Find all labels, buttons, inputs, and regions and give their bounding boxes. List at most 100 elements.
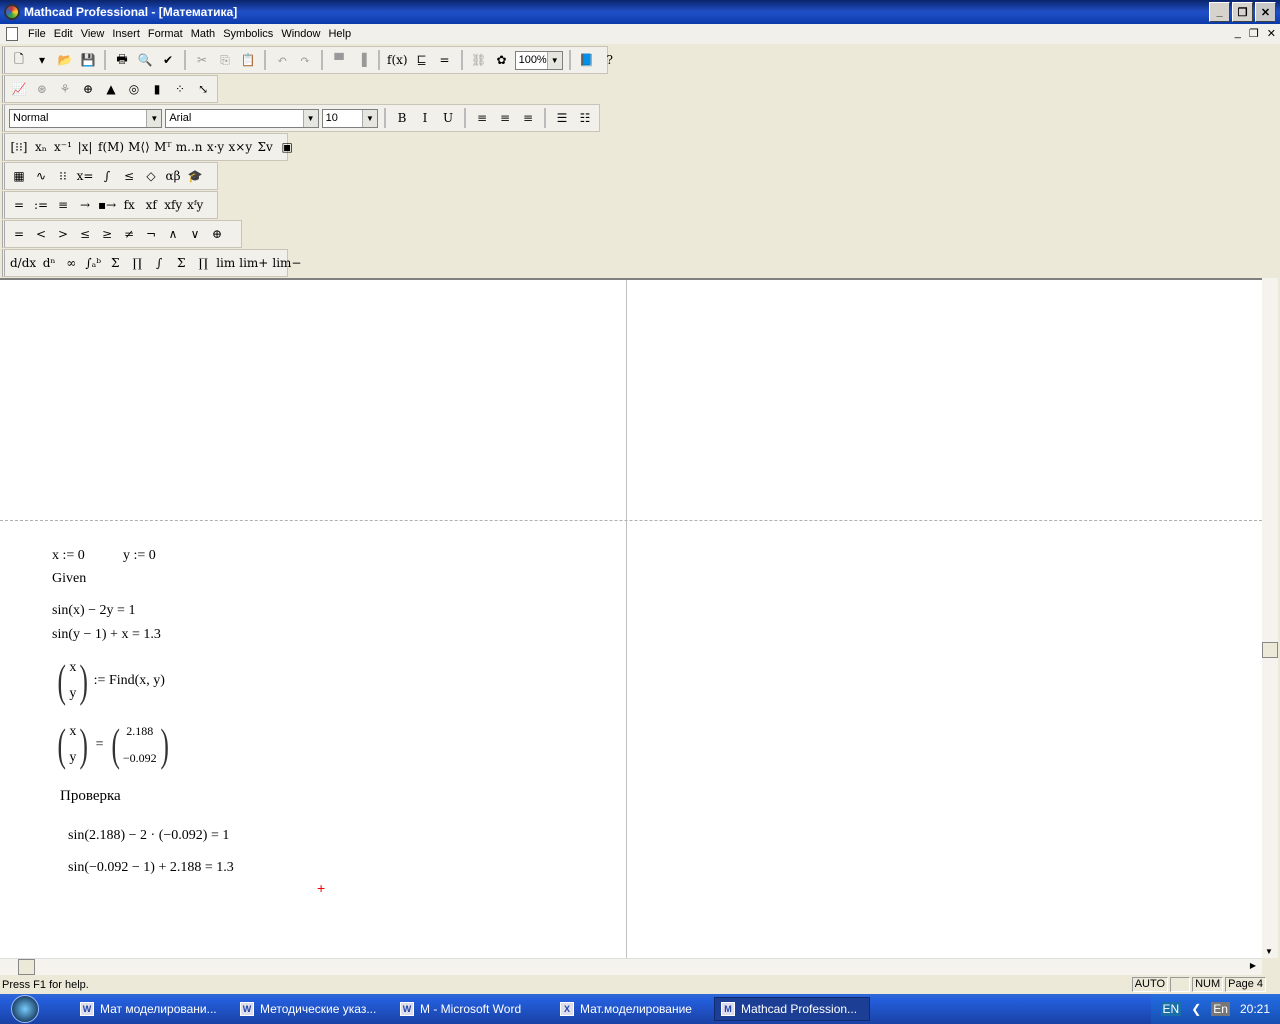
calculate-icon[interactable]: =: [435, 49, 455, 71]
3d-surface-icon[interactable]: ▲: [101, 78, 121, 100]
new-dropdown-icon[interactable]: ▾: [32, 49, 52, 71]
copy-icon[interactable]: ⎘: [215, 49, 235, 71]
contour-plot-icon[interactable]: ◎: [124, 78, 144, 100]
postfix-operator-icon[interactable]: xf: [141, 194, 161, 216]
definite-integral-icon[interactable]: ∫ₐᵇ: [83, 252, 103, 274]
menu-file[interactable]: File: [24, 28, 50, 40]
infix-operator-icon[interactable]: xfy: [163, 194, 183, 216]
taskbar-button[interactable]: W Методические указ...: [234, 997, 390, 1021]
calculator-toolbar-icon[interactable]: ▦: [9, 165, 29, 187]
chevron-down-icon[interactable]: ▼: [302, 109, 318, 127]
treefix-operator-icon[interactable]: xᶠy: [185, 194, 205, 216]
not-equal-icon[interactable]: ≠: [119, 223, 139, 245]
minimize-button[interactable]: _: [1209, 2, 1230, 22]
vector-field-icon[interactable]: ⤡: [193, 78, 213, 100]
vectorize-icon[interactable]: f(M): [97, 136, 125, 158]
matrix-toolbar-icon[interactable]: ⁝⁝: [53, 165, 73, 187]
product-icon[interactable]: ∏: [193, 252, 213, 274]
check-equation-2[interactable]: sin(−0.092 − 1) + 2.188 = 1.3: [68, 860, 234, 876]
menu-view[interactable]: View: [77, 28, 109, 40]
range-icon[interactable]: m..n: [175, 136, 204, 158]
menu-window[interactable]: Window: [277, 28, 324, 40]
polar-plot2-icon[interactable]: ⊕: [78, 78, 98, 100]
doc-restore-button[interactable]: ❐: [1249, 27, 1259, 40]
equal-icon[interactable]: =: [9, 223, 29, 245]
print-preview-icon[interactable]: 🔍: [135, 49, 155, 71]
equation-1[interactable]: sin(x) − 2y = 1: [52, 603, 135, 619]
font-size-select[interactable]: 10 ▼: [321, 108, 378, 128]
print-icon[interactable]: 🖶: [112, 49, 132, 71]
infinity-icon[interactable]: ∞: [61, 252, 81, 274]
insert-function-icon[interactable]: f(x): [386, 49, 409, 71]
taskbar-button[interactable]: M Mathcad Profession...: [714, 997, 870, 1021]
transpose-icon[interactable]: Mᵀ: [153, 136, 173, 158]
scatter-plot-icon[interactable]: ⁘: [170, 78, 190, 100]
horizontal-scroll-thumb[interactable]: [18, 959, 35, 975]
3d-bar-icon[interactable]: ▮: [147, 78, 167, 100]
font-select[interactable]: Arial ▼: [165, 108, 319, 128]
scroll-down-arrow-icon[interactable]: ▼: [1265, 947, 1273, 956]
left-limit-icon[interactable]: lim−: [271, 252, 302, 274]
style-select[interactable]: Normal ▼: [9, 108, 163, 128]
determinant-icon[interactable]: |x|: [75, 136, 95, 158]
numbering-icon[interactable]: ☷: [575, 107, 595, 129]
sum-icon[interactable]: Σ: [171, 252, 191, 274]
restore-button[interactable]: ❐: [1232, 2, 1253, 22]
scroll-right-arrow-icon[interactable]: ▶: [1250, 961, 1256, 970]
save-icon[interactable]: 💾: [78, 49, 98, 71]
italic-icon[interactable]: I: [415, 107, 435, 129]
limit-icon[interactable]: lim: [215, 252, 236, 274]
dot-product-icon[interactable]: x·y: [206, 136, 226, 158]
resource-center-icon[interactable]: 📘: [577, 49, 597, 71]
symbolic-eval-icon[interactable]: →: [75, 194, 95, 216]
not-icon[interactable]: ¬: [141, 223, 161, 245]
and-icon[interactable]: ∧: [163, 223, 183, 245]
undo-icon[interactable]: ↶: [272, 49, 292, 71]
xy-plot-icon[interactable]: 📈: [9, 78, 29, 100]
evaluation-toolbar-icon[interactable]: x=: [75, 165, 95, 187]
or-icon[interactable]: ∨: [185, 223, 205, 245]
check-label[interactable]: Проверка: [60, 788, 121, 805]
check-equation-1[interactable]: sin(2.188) − 2 · (−0.092) = 1: [68, 828, 229, 844]
spell-check-icon[interactable]: ✔: [158, 49, 178, 71]
less-equal-icon[interactable]: ≤: [75, 223, 95, 245]
chevron-down-icon[interactable]: ▼: [546, 51, 562, 69]
horizontal-scrollbar[interactable]: ▶: [0, 958, 1262, 975]
component-wizard-icon[interactable]: ✿: [492, 49, 512, 71]
align-left-icon[interactable]: ≡: [472, 107, 492, 129]
help-icon[interactable]: ?: [600, 49, 620, 71]
cut-icon[interactable]: ✂: [192, 49, 212, 71]
document-icon[interactable]: [6, 27, 18, 41]
align-across-icon[interactable]: ▀: [329, 49, 349, 71]
surface-plot-icon[interactable]: ⚘: [55, 78, 75, 100]
find-assignment[interactable]: (x y) := Find(x, y): [54, 658, 165, 704]
given-keyword[interactable]: Given: [52, 571, 86, 587]
xor-icon[interactable]: ⊕: [207, 223, 227, 245]
programming-toolbar-icon[interactable]: ◇: [141, 165, 161, 187]
open-icon[interactable]: 📂: [55, 49, 75, 71]
chevron-left-icon[interactable]: ❮: [1191, 1002, 1201, 1016]
calculus-toolbar-icon[interactable]: ∫: [97, 165, 117, 187]
paste-icon[interactable]: 📋: [238, 49, 258, 71]
mathcad-app-icon[interactable]: [4, 4, 20, 20]
subscript-icon[interactable]: xₙ: [31, 136, 51, 158]
equation-2[interactable]: sin(y − 1) + x = 1.3: [52, 627, 161, 643]
symbolic-toolbar-icon[interactable]: 🎓: [185, 165, 205, 187]
menu-symbolics[interactable]: Symbolics: [219, 28, 277, 40]
evaluate-icon[interactable]: =: [9, 194, 29, 216]
column-icon[interactable]: M⟨⟩: [127, 136, 151, 158]
menu-help[interactable]: Help: [324, 28, 355, 40]
define-icon[interactable]: :=: [31, 194, 51, 216]
chevron-down-icon[interactable]: ▼: [362, 109, 377, 127]
vector-sum-icon[interactable]: Σv: [255, 136, 275, 158]
range-sum-icon[interactable]: Σ: [105, 252, 125, 274]
bullets-icon[interactable]: ☰: [552, 107, 572, 129]
language-indicator[interactable]: EN: [1160, 1002, 1182, 1016]
bold-icon[interactable]: B: [392, 107, 412, 129]
redo-icon[interactable]: ↷: [295, 49, 315, 71]
zoom-select[interactable]: 100% ▼: [514, 50, 563, 70]
insert-hyperlink-icon[interactable]: ⛓: [469, 49, 489, 71]
nth-derivative-icon[interactable]: dⁿ: [39, 252, 59, 274]
align-center-icon[interactable]: ≡: [495, 107, 515, 129]
inverse-icon[interactable]: x⁻¹: [53, 136, 73, 158]
